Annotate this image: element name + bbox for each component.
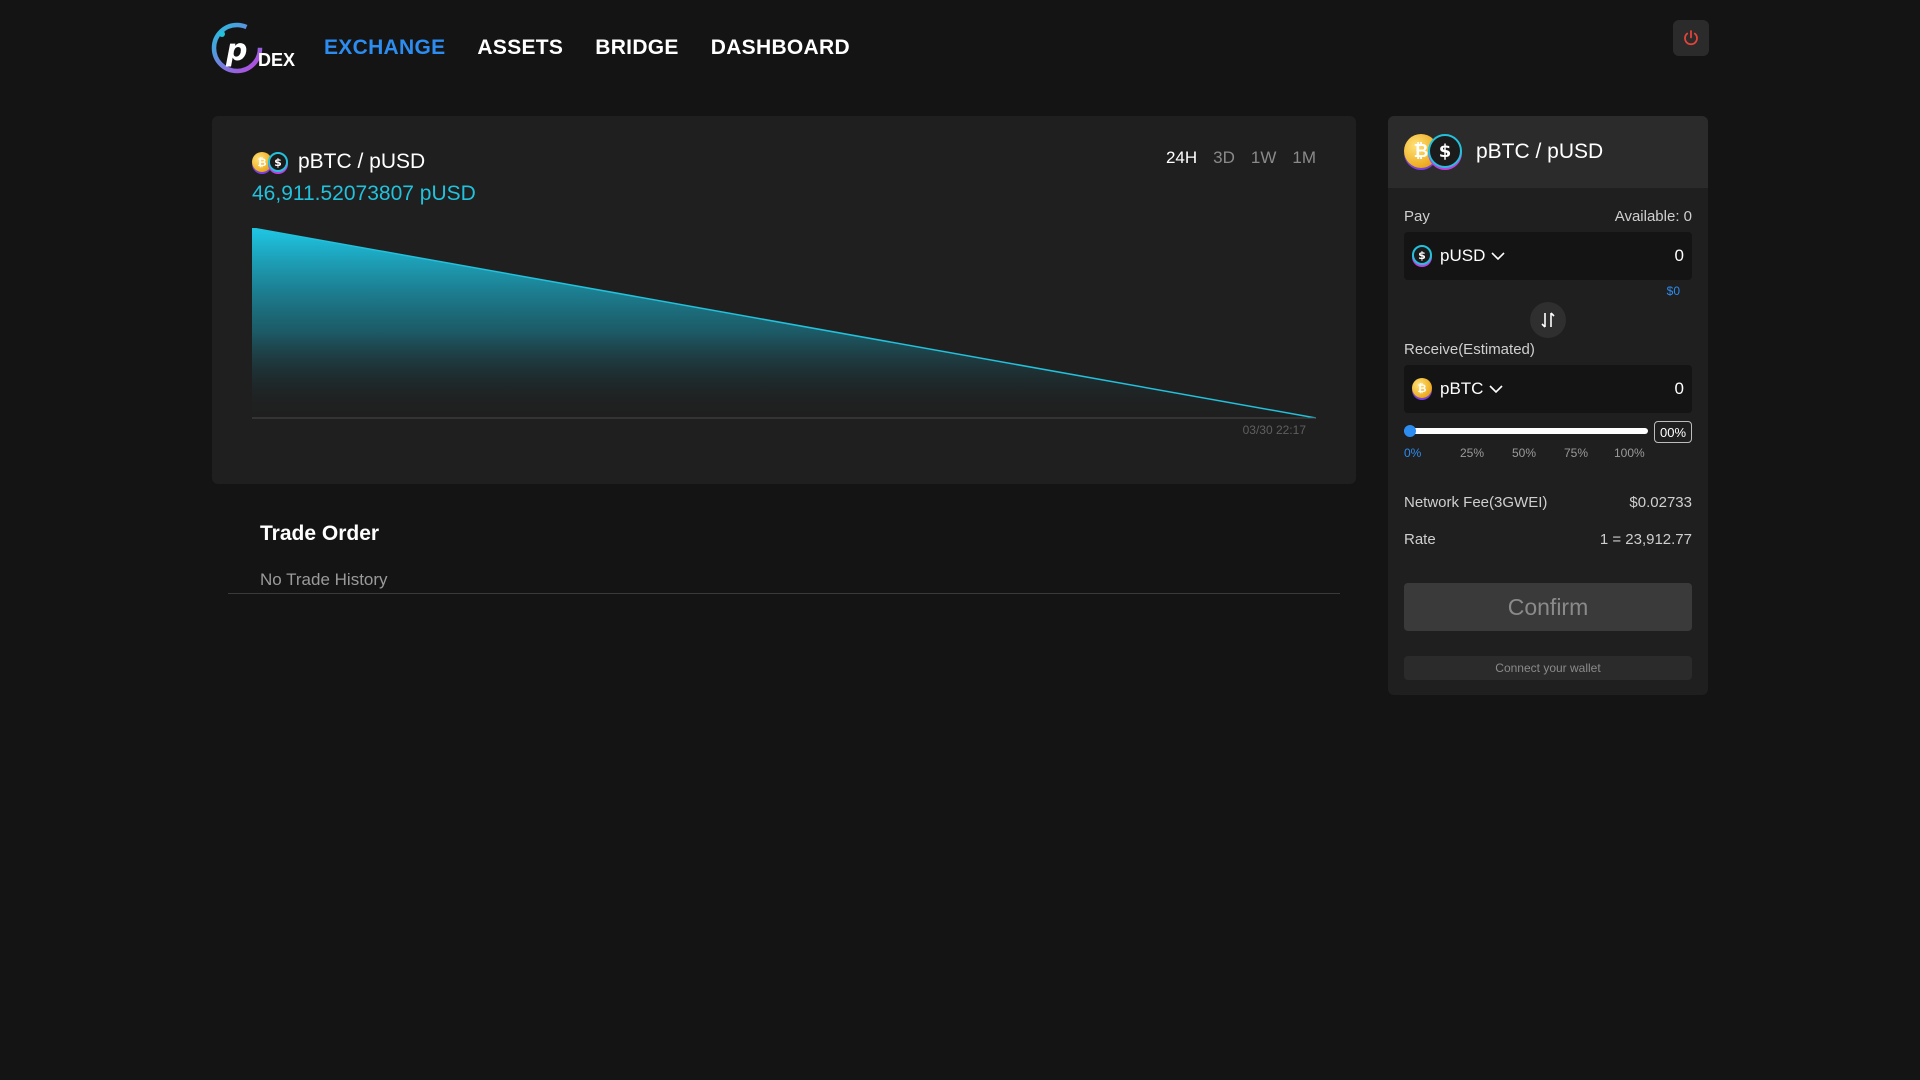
chart-pair-header: ₿ $ pBTC / pUSD — [252, 150, 425, 174]
usd-coin-icon: $ — [268, 152, 288, 172]
trade-order-section: Trade Order No Trade History — [228, 504, 1340, 594]
rate-value: 1 = 23,912.77 — [1599, 531, 1692, 548]
current-price: 46,911.52073807 pUSD — [252, 182, 476, 205]
mark-75[interactable]: 75% — [1564, 446, 1588, 460]
chart-pair-name: pBTC / pUSD — [298, 150, 426, 173]
pay-usd-value: $0 — [1666, 284, 1680, 298]
percent-slider[interactable] — [1404, 425, 1648, 437]
chevron-down-icon — [1491, 252, 1505, 261]
mark-50[interactable]: 50% — [1512, 446, 1536, 460]
price-chart-panel: ₿ $ pBTC / pUSD 46,911.52073807 pUSD 24H… — [212, 116, 1356, 484]
mark-0[interactable]: 0% — [1404, 446, 1421, 460]
usd-token-icon: $ — [1412, 245, 1434, 267]
nav-exchange[interactable]: EXCHANGE — [324, 36, 445, 60]
nav-bridge[interactable]: BRIDGE — [595, 36, 678, 60]
network-fee-label: Network Fee(3GWEI) — [1404, 494, 1548, 511]
svg-text:p: p — [225, 33, 247, 68]
percent-input[interactable] — [1654, 421, 1692, 443]
swap-pair-coins-icon: ₿ $ — [1404, 132, 1466, 172]
network-fee-row: Network Fee(3GWEI) $0.02733 — [1404, 494, 1692, 511]
top-header: p DEX EXCHANGE ASSETS BRIDGE DASHBOARD — [0, 0, 1920, 96]
power-button[interactable] — [1673, 20, 1709, 56]
pay-token-name: pUSD — [1440, 246, 1486, 265]
swap-direction-button[interactable] — [1530, 302, 1566, 338]
btc-token-icon: ₿ — [1412, 378, 1434, 400]
swap-pair-name: pBTC / pUSD — [1476, 140, 1604, 163]
receive-token-box: ₿ pBTC — [1404, 365, 1692, 413]
x-tick-label: 03/30 22:17 — [1243, 423, 1307, 437]
rate-row: Rate 1 = 23,912.77 — [1404, 531, 1692, 548]
slider-thumb[interactable] — [1404, 425, 1416, 437]
connect-wallet-button[interactable]: Connect your wallet — [1404, 656, 1692, 680]
trade-order-title: Trade Order — [260, 522, 380, 545]
receive-label-row: Receive(Estimated) — [1404, 341, 1692, 358]
main-nav: EXCHANGE ASSETS BRIDGE DASHBOARD — [324, 36, 850, 60]
btc-coin-icon: ₿ — [1412, 378, 1432, 398]
mark-25[interactable]: 25% — [1460, 446, 1484, 460]
usd-coin-icon: $ — [1428, 134, 1462, 168]
pay-label: Pay — [1404, 208, 1430, 225]
pay-amount-input[interactable] — [1544, 246, 1684, 266]
power-icon — [1684, 30, 1698, 46]
nav-assets[interactable]: ASSETS — [477, 36, 563, 60]
swap-panel: ₿ $ pBTC / pUSD Pay Available: 0 $ pUSD … — [1388, 116, 1708, 695]
usd-coin-icon: $ — [1412, 245, 1432, 265]
pay-label-row: Pay Available: 0 — [1404, 208, 1692, 225]
time-range-tabs: 24H 3D 1W 1M — [1166, 148, 1316, 168]
mark-100[interactable]: 100% — [1614, 446, 1645, 460]
swap-arrows-icon — [1541, 312, 1555, 328]
network-fee-value: $0.02733 — [1629, 494, 1692, 511]
swap-pair-header: ₿ $ pBTC / pUSD — [1388, 116, 1708, 188]
receive-token-name: pBTC — [1440, 379, 1484, 398]
pay-token-select[interactable]: $ pUSD — [1412, 245, 1505, 267]
range-3d[interactable]: 3D — [1213, 148, 1235, 168]
nav-dashboard[interactable]: DASHBOARD — [711, 36, 850, 60]
trade-empty-state: No Trade History — [260, 570, 388, 589]
price-area-chart: 03/30 22:17 — [252, 228, 1316, 437]
rate-label: Rate — [1404, 531, 1436, 548]
confirm-button[interactable]: Confirm — [1404, 583, 1692, 631]
receive-token-select[interactable]: ₿ pBTC — [1412, 378, 1504, 400]
pay-token-box: $ pUSD — [1404, 232, 1692, 280]
slider-track[interactable] — [1404, 428, 1648, 434]
range-1w[interactable]: 1W — [1251, 148, 1277, 168]
available-balance: Available: 0 — [1614, 208, 1692, 225]
receive-label: Receive(Estimated) — [1404, 341, 1535, 358]
pair-coins-icon: ₿ $ — [252, 150, 292, 174]
logo-text: DEX — [258, 50, 296, 70]
receive-amount-input[interactable] — [1544, 379, 1684, 399]
range-1m[interactable]: 1M — [1292, 148, 1316, 168]
range-24h[interactable]: 24H — [1166, 148, 1197, 168]
chevron-down-icon — [1489, 385, 1504, 394]
